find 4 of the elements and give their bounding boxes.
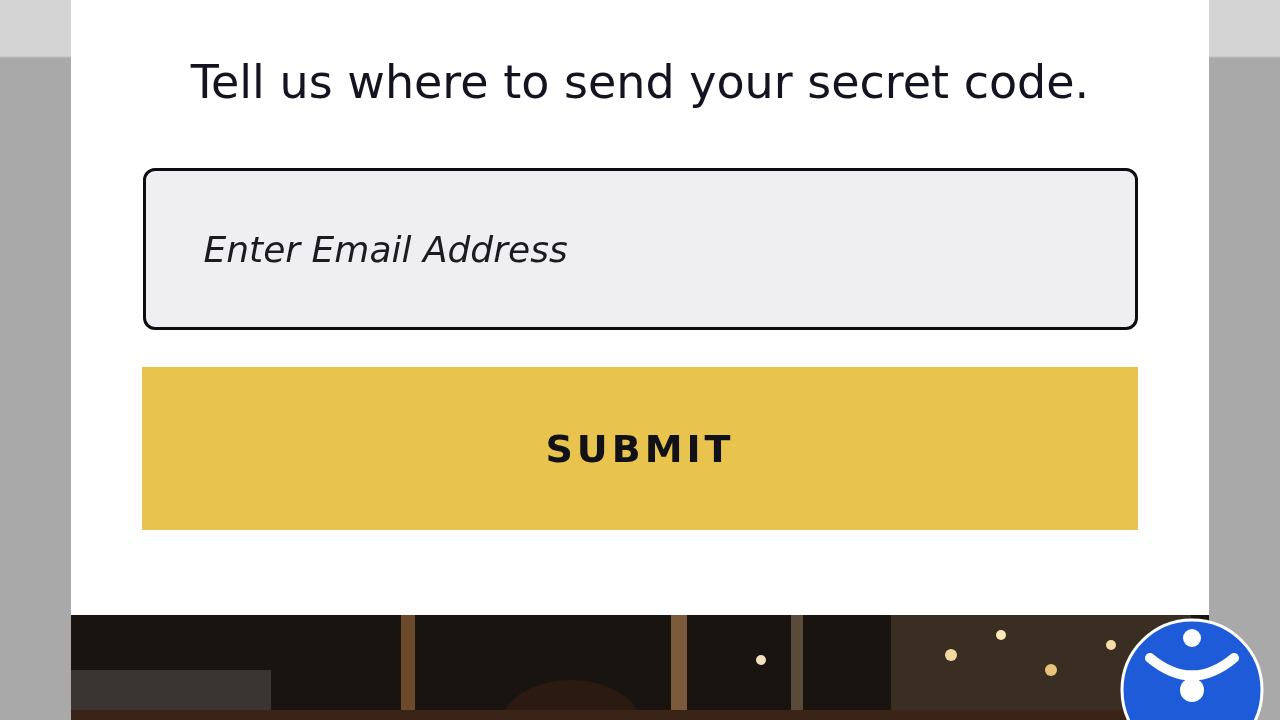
heading: Tell us where to send your secret code. [190, 54, 1090, 111]
submit-button[interactable]: SUBMIT [142, 367, 1138, 530]
email-field[interactable]: Enter Email Address [142, 168, 1138, 330]
accessibility-icon[interactable] [1120, 618, 1264, 720]
